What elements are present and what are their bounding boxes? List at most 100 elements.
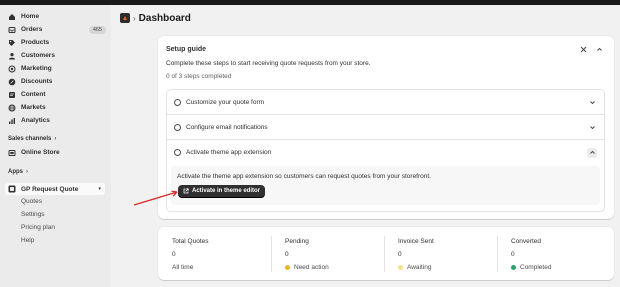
pin-icon[interactable]: ▾: [98, 186, 101, 192]
chevron-right-icon: ›: [54, 136, 57, 142]
sidebar-item-label: Products: [21, 39, 50, 46]
activate-button-label: Activate in theme editor: [192, 188, 261, 194]
stat-subtext-label: All time: [172, 264, 194, 271]
sidebar-subitem-quotes[interactable]: Quotes: [21, 198, 42, 205]
annotation-arrow: [133, 190, 178, 206]
close-button[interactable]: [578, 44, 588, 54]
sidebar-item-content[interactable]: Content: [8, 89, 106, 100]
target-icon: [8, 65, 16, 73]
sidebar-item-products[interactable]: Products: [8, 37, 106, 48]
setup-step-theme-extension[interactable]: Activate theme app extension: [167, 140, 604, 165]
stats-card: Total Quotes 0 All time Pending 0 Need a…: [158, 227, 614, 280]
sidebar-subitem-settings[interactable]: Settings: [21, 211, 45, 218]
step-label: Configure email notifications: [186, 123, 268, 131]
stat-subtext-label: Completed: [520, 264, 552, 271]
step-expanded-panel: Activate the theme app extension so cust…: [171, 166, 600, 205]
sidebar-item-label: Home: [21, 13, 40, 20]
analytics-icon: [8, 117, 16, 125]
stat-label: Total Quotes: [172, 238, 209, 245]
stat-invoice-sent: Invoice Sent 0 Awaiting: [384, 227, 497, 280]
setup-guide-title: Setup guide: [166, 46, 207, 53]
status-dot-icon: [285, 265, 290, 270]
breadcrumb-separator: ›: [133, 13, 136, 23]
stat-subtext: Awaiting: [398, 264, 431, 271]
globe-icon: [8, 104, 16, 112]
incomplete-circle-icon[interactable]: [174, 149, 181, 156]
chevron-down-icon[interactable]: [587, 97, 597, 107]
stat-converted: Converted 0 Completed: [497, 227, 610, 280]
page-header: › Dashboard: [120, 12, 191, 24]
setup-step-email-notifications[interactable]: Configure email notifications: [167, 115, 604, 140]
setup-progress-text: 0 of 3 steps completed: [166, 73, 232, 80]
setup-steps-list: Customize your quote form Configure emai…: [166, 89, 605, 212]
stat-value: 0: [511, 251, 515, 258]
sidebar-item-analytics[interactable]: Analytics: [8, 115, 106, 126]
orders-count-badge: 465: [88, 25, 106, 34]
activate-in-theme-editor-button[interactable]: Activate in theme editor: [178, 185, 266, 197]
chevron-up-icon: [596, 47, 602, 51]
person-icon: [8, 52, 16, 60]
sidebar: Home Orders 465 Products Customers Marke…: [0, 5, 111, 287]
status-dot-icon: [511, 265, 516, 270]
stat-label: Invoice Sent: [398, 238, 434, 245]
sidebar-item-markets[interactable]: Markets: [8, 102, 106, 113]
sidebar-item-gp-request-quote[interactable]: GP Request Quote ▾: [5, 183, 105, 195]
sidebar-item-discounts[interactable]: Discounts: [8, 76, 106, 87]
sidebar-item-label: GP Request Quote: [21, 185, 79, 193]
app-icon: [8, 185, 16, 193]
status-dot-icon: [398, 265, 403, 270]
divider: [384, 236, 385, 272]
sidebar-item-label: Customers: [21, 52, 55, 59]
content-icon: [8, 91, 16, 99]
sidebar-item-label: Analytics: [21, 117, 50, 124]
incomplete-circle-icon[interactable]: [174, 98, 181, 106]
sidebar-item-label: Orders: [21, 26, 43, 33]
step-label: Activate theme app extension: [186, 149, 272, 156]
step-label: Customize your quote form: [186, 98, 265, 106]
chevron-up-icon[interactable]: [587, 147, 597, 158]
sidebar-item-label: Markets: [21, 104, 46, 111]
store-icon: [8, 149, 16, 157]
sales-channels-label: Sales channels: [8, 136, 52, 142]
divider: [271, 236, 272, 272]
stat-subtext: Completed: [511, 264, 551, 271]
main-content: › Dashboard Setup guide Complete these s…: [111, 5, 620, 287]
step-instruction-text: Activate the theme app extension so cust…: [177, 173, 431, 180]
sidebar-item-online-store[interactable]: Online Store: [8, 147, 106, 158]
stat-subtext: All time: [172, 264, 193, 271]
close-icon: [580, 46, 586, 52]
tag-icon: [8, 39, 16, 47]
sidebar-item-marketing[interactable]: Marketing: [8, 63, 106, 74]
app-logo-icon: [120, 13, 130, 23]
apps-label: Apps: [8, 169, 23, 175]
stat-value: 0: [398, 251, 402, 258]
sidebar-item-home[interactable]: Home: [8, 11, 106, 22]
stat-value: 0: [285, 251, 289, 258]
sidebar-subitem-pricing-plan[interactable]: Pricing plan: [21, 224, 55, 231]
stat-label: Pending: [285, 238, 309, 245]
stat-total-quotes: Total Quotes 0 All time: [158, 227, 271, 280]
stat-subtext-label: Need action: [294, 264, 329, 271]
sidebar-item-label: Marketing: [21, 65, 52, 72]
chevron-right-icon: ›: [26, 169, 28, 175]
sales-channels-heading[interactable]: Sales channels ›: [8, 136, 56, 142]
stat-label: Converted: [511, 238, 541, 245]
apps-heading[interactable]: Apps ›: [8, 169, 28, 175]
setup-guide-description: Complete these steps to start receiving …: [166, 60, 371, 67]
orders-icon: [8, 26, 16, 34]
collapse-button[interactable]: [594, 44, 604, 54]
sidebar-subitem-help[interactable]: Help: [21, 237, 34, 244]
sidebar-item-label: Content: [21, 91, 46, 98]
stat-value: 0: [172, 251, 176, 258]
discount-icon: [8, 78, 16, 86]
setup-step-customize-form[interactable]: Customize your quote form: [167, 90, 604, 115]
divider: [497, 236, 498, 272]
incomplete-circle-icon[interactable]: [174, 123, 181, 131]
setup-guide-card: Setup guide Complete these steps to star…: [158, 36, 614, 219]
chevron-down-icon[interactable]: [587, 122, 597, 132]
sidebar-item-orders[interactable]: Orders 465: [8, 24, 106, 35]
sidebar-item-customers[interactable]: Customers: [8, 50, 106, 61]
stat-subtext-label: Awaiting: [407, 264, 432, 271]
sidebar-item-label: Discounts: [21, 78, 53, 85]
sidebar-item-label: Online Store: [21, 149, 60, 156]
